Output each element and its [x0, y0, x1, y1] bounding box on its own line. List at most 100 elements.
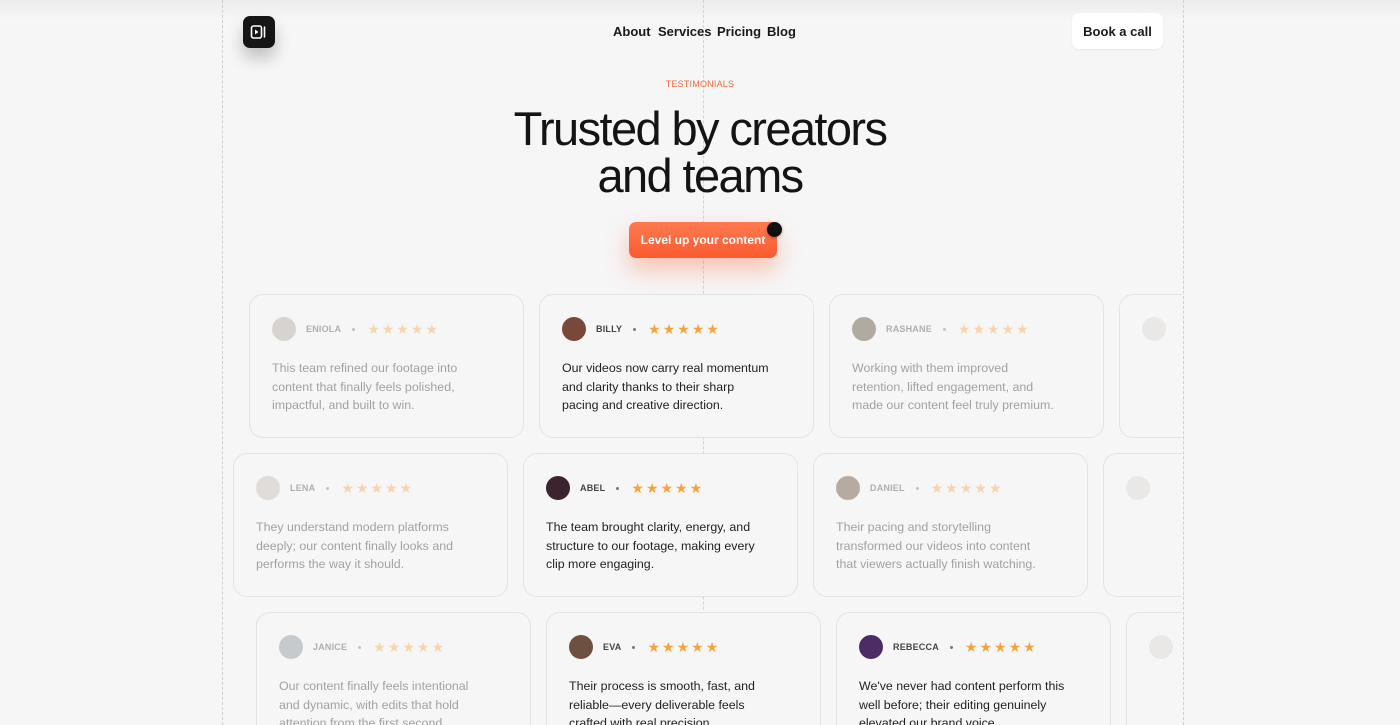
- avatar: [562, 317, 586, 341]
- separator-dot: [915, 486, 919, 490]
- testimonial-card: BILLY ★ ★ ★ ★ ★ Our videos now carry real mo…: [539, 294, 814, 438]
- star-icon: ★: [988, 480, 1002, 496]
- reviewer-name: RASHANE: [886, 324, 932, 334]
- star-icon: ★: [691, 639, 704, 655]
- star-rating: ★ ★ ★ ★ ★: [341, 481, 412, 495]
- card-header: DANIEL ★ ★ ★ ★ ★: [836, 476, 1002, 500]
- testimonial-grid: ENIOLA ★ ★ ★ ★ ★ This team refined our foota…: [224, 0, 1182, 725]
- star-icon: ★: [373, 639, 386, 655]
- avatar: [836, 476, 860, 500]
- star-icon: ★: [410, 321, 424, 337]
- testimonial-quote: The team brought clarity, energy, and st…: [546, 520, 755, 572]
- star-icon: ★: [706, 321, 719, 337]
- star-icon: ★: [416, 639, 430, 655]
- star-icon: ★: [1016, 321, 1029, 337]
- star-icon: ★: [367, 321, 380, 337]
- card-header: [1142, 317, 1166, 341]
- star-icon: ★: [974, 480, 987, 496]
- card-header: [1126, 476, 1150, 500]
- star-icon: ★: [689, 480, 703, 496]
- card-header: LENA ★ ★ ★ ★ ★: [256, 476, 412, 500]
- star-icon: ★: [402, 639, 415, 655]
- reviewer-name: JANICE: [313, 642, 348, 652]
- star-rating: ★ ★ ★ ★ ★: [373, 640, 444, 654]
- reviewer-name: REBECCA: [893, 642, 939, 652]
- star-rating: ★ ★ ★ ★ ★: [965, 640, 1036, 654]
- testimonial-card: EVA ★ ★ ★ ★ ★ Their process is smooth, fast,…: [546, 612, 821, 725]
- star-rating: ★ ★ ★ ★ ★: [631, 481, 702, 495]
- testimonial-quote: We've never had content perform this wel…: [859, 679, 1065, 725]
- star-icon: ★: [964, 639, 978, 655]
- star-icon: ★: [675, 480, 688, 496]
- star-rating: ★ ★ ★ ★ ★: [367, 322, 438, 336]
- reviewer-name: EVA: [603, 642, 622, 652]
- testimonial-card: LENA ★ ★ ★ ★ ★ They understand modern platfo…: [233, 453, 508, 597]
- star-icon: ★: [677, 321, 690, 337]
- star-rating: ★ ★ ★ ★ ★: [648, 322, 719, 336]
- avatar: [859, 635, 883, 659]
- star-rating: ★ ★ ★ ★ ★: [647, 640, 718, 654]
- card-header: [1149, 635, 1173, 659]
- star-icon: ★: [399, 480, 413, 496]
- testimonial-quote: Working with them improved retention, li…: [852, 361, 1054, 413]
- star-icon: ★: [341, 480, 354, 496]
- avatar: [279, 635, 303, 659]
- card-header: JANICE ★ ★ ★ ★ ★: [279, 635, 444, 659]
- testimonial-quote: Their pacing and storytelling transforme…: [836, 520, 1036, 572]
- avatar: [852, 317, 876, 341]
- star-icon: ★: [647, 639, 660, 655]
- star-icon: ★: [994, 639, 1007, 655]
- card-header: RASHANE ★ ★ ★ ★ ★: [852, 317, 1029, 341]
- star-icon: ★: [648, 321, 661, 337]
- star-icon: ★: [431, 639, 445, 655]
- testimonial-quote: They understand modern platforms deeply;…: [256, 520, 453, 572]
- star-icon: ★: [645, 480, 659, 496]
- star-icon: ★: [972, 321, 986, 337]
- star-icon: ★: [979, 639, 993, 655]
- testimonial-card: ENIOLA ★ ★ ★ ★ ★ This team refined our foota…: [249, 294, 524, 438]
- star-icon: ★: [1001, 321, 1015, 337]
- testimonial-card: RASHANE ★ ★ ★ ★ ★ Working with them improved…: [829, 294, 1104, 438]
- testimonial-card: DANIEL ★ ★ ★ ★ ★ Their pacing and storytelli…: [813, 453, 1088, 597]
- card-header: ABEL ★ ★ ★ ★ ★: [546, 476, 702, 500]
- star-icon: ★: [385, 480, 398, 496]
- star-rating: ★ ★ ★ ★ ★: [931, 481, 1002, 495]
- avatar: [256, 476, 280, 500]
- star-icon: ★: [425, 321, 439, 337]
- testimonial-card-partial: [1119, 294, 1182, 438]
- avatar: [1142, 317, 1166, 341]
- reviewer-name: ABEL: [580, 483, 606, 493]
- card-header: BILLY ★ ★ ★ ★ ★: [562, 317, 719, 341]
- star-icon: ★: [959, 480, 973, 496]
- avatar: [569, 635, 593, 659]
- separator-dot: [632, 645, 636, 649]
- testimonial-card: ABEL ★ ★ ★ ★ ★ The team brought clarity, ene…: [523, 453, 798, 597]
- star-icon: ★: [355, 480, 369, 496]
- separator-dot: [352, 327, 356, 331]
- star-icon: ★: [1008, 639, 1022, 655]
- avatar: [546, 476, 570, 500]
- star-icon: ★: [930, 480, 944, 496]
- separator-dot: [616, 486, 620, 490]
- star-icon: ★: [945, 480, 958, 496]
- star-icon: ★: [957, 321, 971, 337]
- separator-dot: [326, 486, 330, 490]
- star-rating: ★ ★ ★ ★ ★: [958, 322, 1029, 336]
- star-icon: ★: [691, 321, 705, 337]
- testimonial-card-partial: [1103, 453, 1182, 597]
- star-icon: ★: [387, 639, 401, 655]
- reviewer-name: LENA: [290, 483, 316, 493]
- testimonial-quote: Our content finally feels intentional an…: [279, 679, 469, 725]
- testimonial-quote: This team refined our footage into conte…: [272, 361, 458, 413]
- card-header: ENIOLA ★ ★ ★ ★ ★: [272, 317, 438, 341]
- separator-dot: [942, 327, 946, 331]
- testimonial-card: REBECCA ★ ★ ★ ★ ★ We've never had content pe…: [836, 612, 1111, 725]
- card-header: REBECCA ★ ★ ★ ★ ★: [859, 635, 1036, 659]
- star-icon: ★: [662, 321, 676, 337]
- reviewer-name: DANIEL: [870, 483, 905, 493]
- star-icon: ★: [370, 480, 383, 496]
- star-icon: ★: [660, 480, 673, 496]
- separator-dot: [358, 645, 362, 649]
- avatar: [1126, 476, 1150, 500]
- testimonial-card: JANICE ★ ★ ★ ★ ★ Our content finally feels i…: [256, 612, 531, 725]
